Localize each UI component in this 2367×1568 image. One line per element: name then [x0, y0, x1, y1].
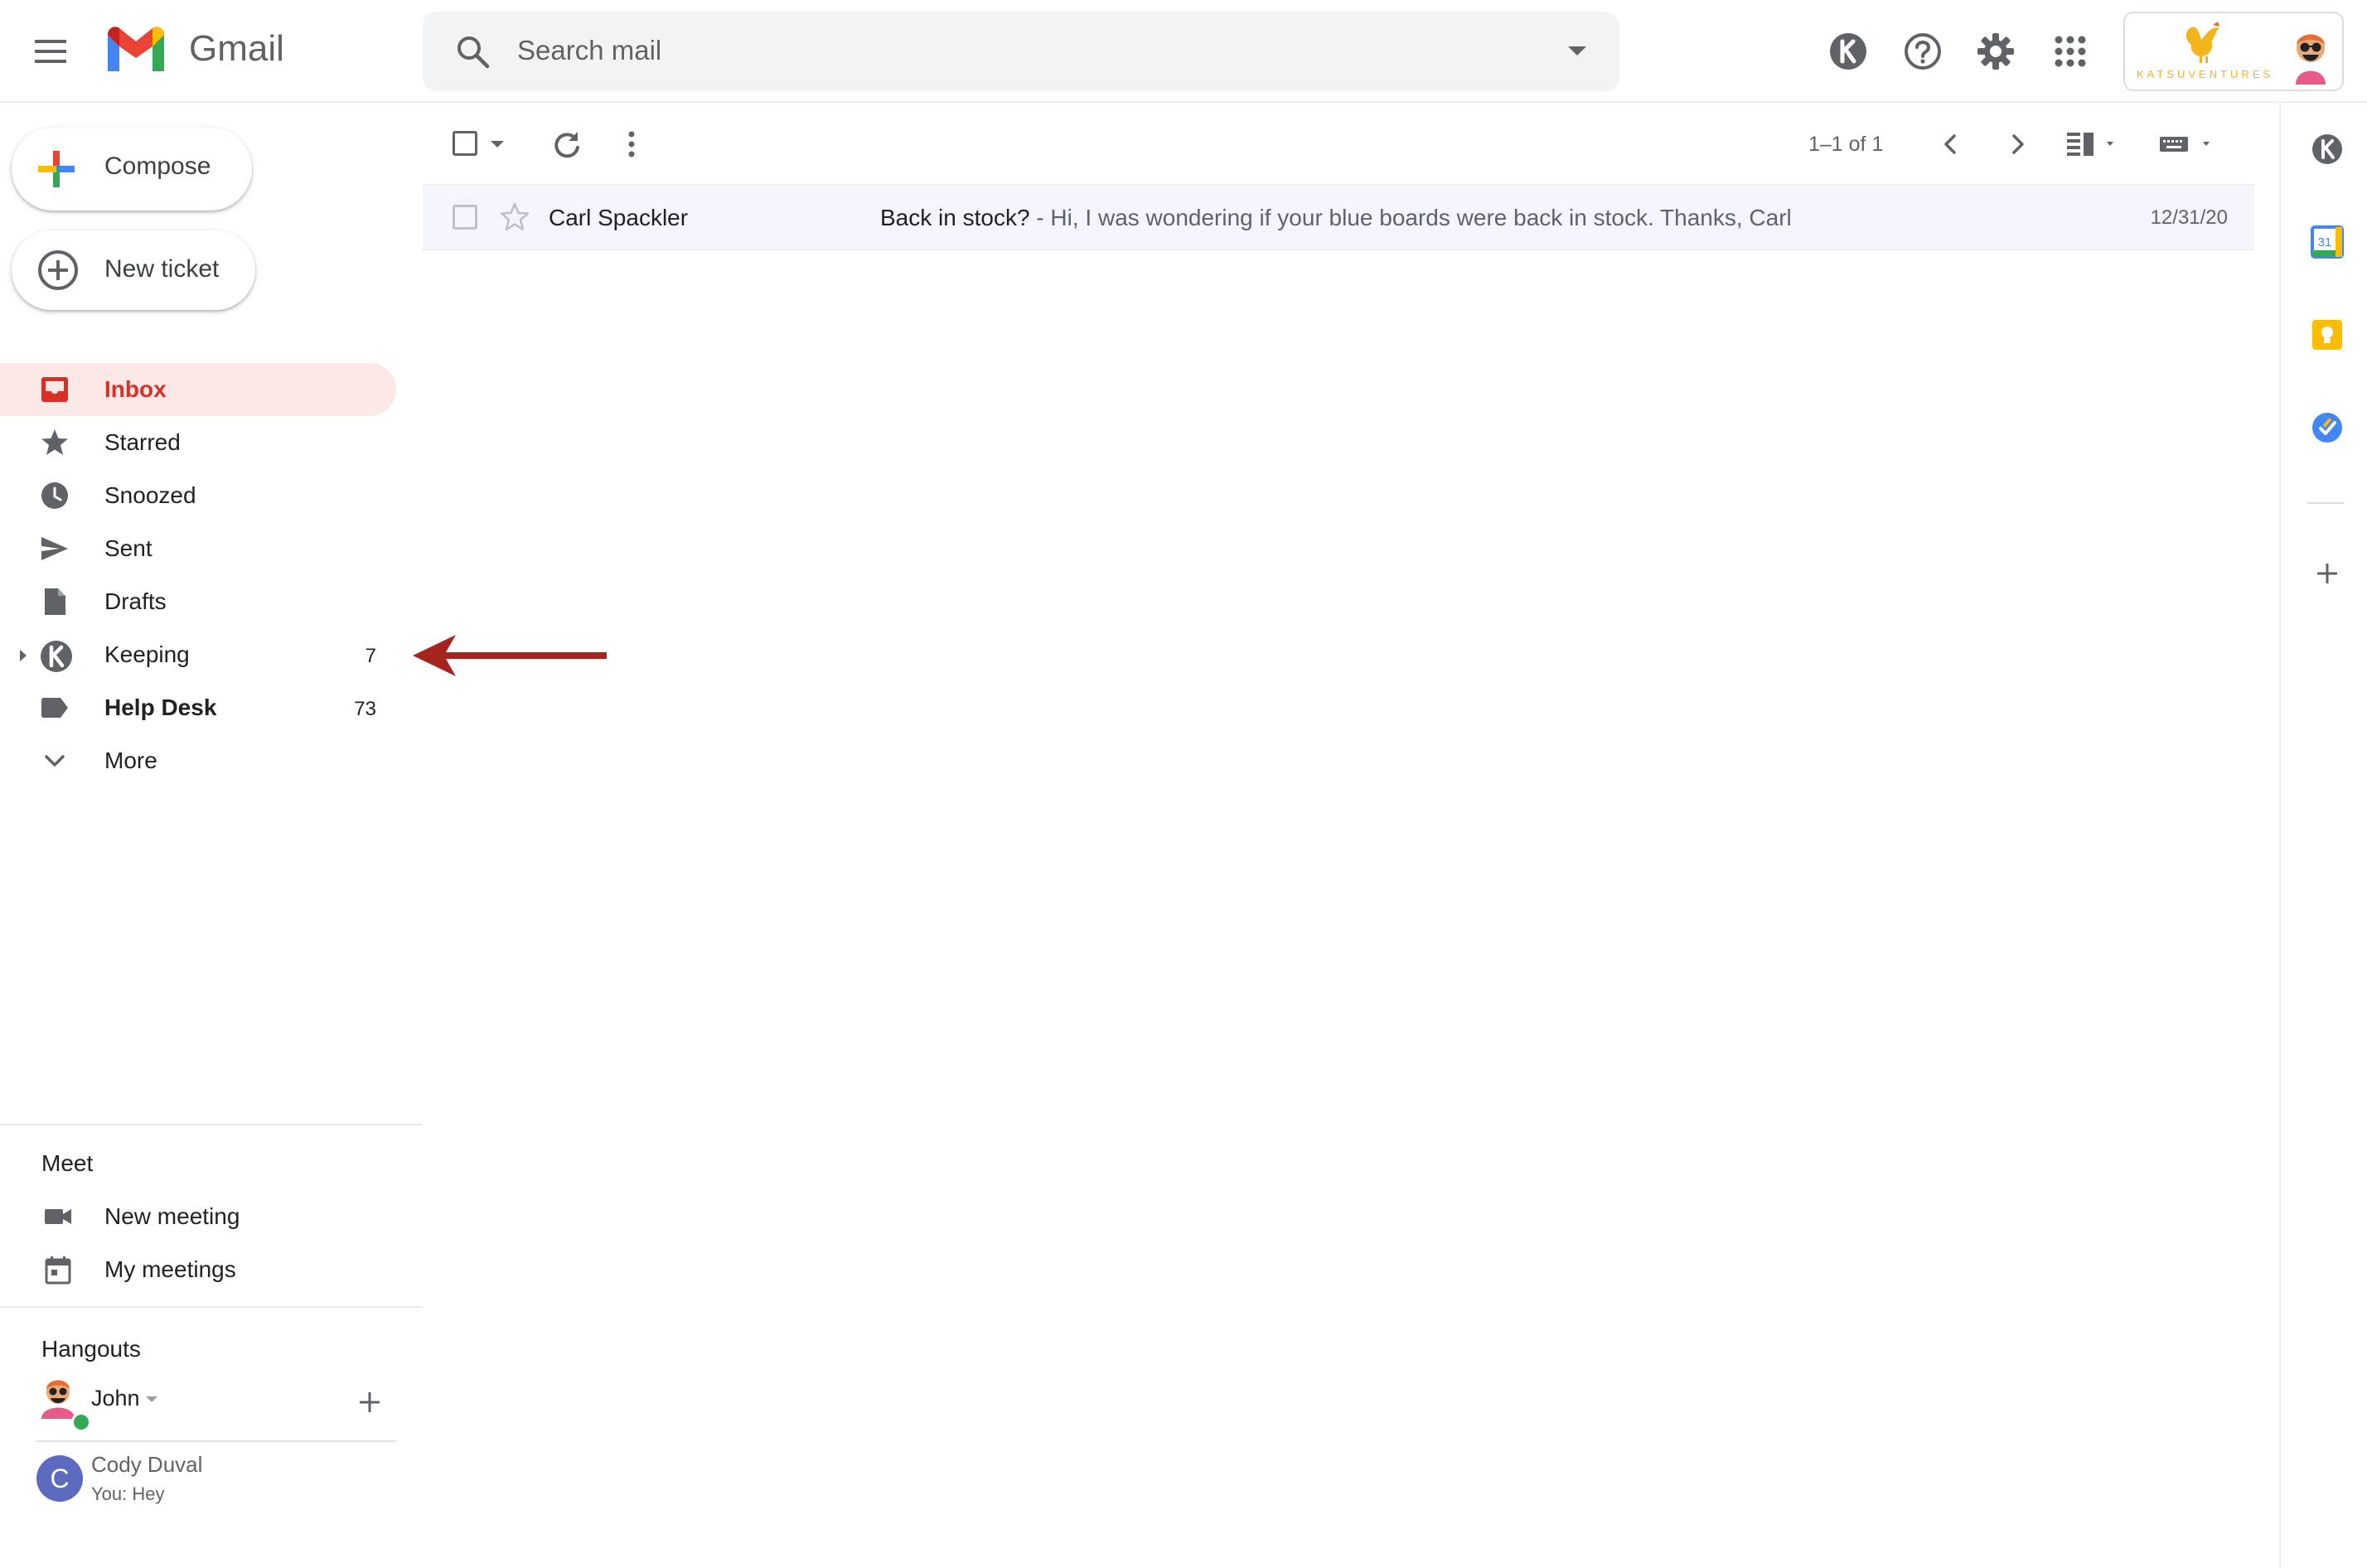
row-checkbox[interactable] [453, 205, 477, 230]
chevron-down-icon [40, 746, 70, 776]
meet-item-label: My meetings [104, 1256, 236, 1282]
hangouts-section-title: Hangouts [41, 1336, 141, 1362]
sidebar-item-inbox[interactable]: Inbox [0, 363, 396, 416]
select-all-checkbox[interactable] [453, 131, 477, 156]
more-vertical-icon[interactable] [620, 128, 643, 161]
side-panel: 31 [2279, 103, 2367, 1568]
sidebar-item-label: Sent [104, 535, 152, 561]
email-sender: Carl Spackler [549, 205, 689, 230]
new-ticket-label: New ticket [104, 255, 220, 283]
sidebar-item-label: Keeping [104, 641, 190, 667]
avatar[interactable] [36, 1372, 80, 1419]
account-switcher[interactable]: KATSUVENTURES [2123, 12, 2344, 91]
star-icon [40, 428, 70, 457]
email-snippet: - Hi, I was wondering if your blue board… [1029, 205, 1792, 230]
meet-item-label: New meeting [104, 1203, 240, 1229]
new-meeting-link[interactable]: New meeting [0, 1192, 414, 1241]
clock-icon [40, 481, 70, 511]
sidebar-item-label: Snoozed [104, 482, 196, 508]
search-bar[interactable]: Search mail [423, 12, 1619, 91]
input-tools-keyboard-icon[interactable] [2158, 129, 2219, 159]
search-input[interactable]: Search mail [517, 35, 661, 66]
account-logo-text: KATSUVENTURES [2137, 68, 2274, 80]
gmail-logo-icon[interactable] [104, 25, 167, 75]
sidebar-item-snoozed[interactable]: Snoozed [0, 469, 396, 522]
inbox-icon [40, 375, 70, 404]
contact-name[interactable]: Cody Duval [91, 1452, 202, 1478]
chevron-right-icon[interactable] [2004, 129, 2031, 159]
sidebar-item-help-desk[interactable]: Help Desk 73 [0, 681, 396, 734]
hangouts-user-name[interactable]: John [91, 1386, 140, 1411]
apps-grid-icon[interactable] [2049, 30, 2092, 73]
sidebar-item-keeping[interactable]: Keeping 7 [0, 628, 396, 681]
keep-notes-icon[interactable] [2311, 318, 2344, 351]
annotation-arrow-icon [413, 633, 607, 678]
sidebar-item-starred[interactable]: Starred [0, 416, 396, 469]
tasks-icon[interactable] [2311, 411, 2344, 444]
rooster-logo-icon [2181, 22, 2228, 65]
unread-count: 73 [354, 698, 376, 720]
add-icon[interactable] [2311, 557, 2344, 590]
video-camera-icon [43, 1202, 73, 1232]
contact-last-message: You: Hey [91, 1483, 165, 1504]
pagination-text: 1–1 of 1 [1808, 133, 1884, 156]
star-icon[interactable] [499, 201, 530, 233]
sidebar-item-more[interactable]: More [0, 734, 396, 787]
compose-plus-icon [36, 149, 76, 189]
compose-label: Compose [104, 152, 211, 180]
calendar-icon[interactable]: 31 [2311, 225, 2344, 259]
divider [36, 1440, 396, 1442]
meet-section-title: Meet [41, 1150, 94, 1176]
divider [0, 1306, 423, 1308]
select-options-caret-icon[interactable] [491, 141, 504, 148]
settings-gear-icon[interactable] [1974, 30, 2017, 73]
search-icon[interactable] [453, 31, 492, 71]
divider [0, 1124, 423, 1125]
new-ticket-button[interactable]: New ticket [12, 230, 255, 310]
contact-avatar[interactable]: C [36, 1455, 83, 1502]
refresh-icon[interactable] [550, 128, 583, 161]
sidebar-item-label: Drafts [104, 588, 167, 614]
search-options-caret-icon[interactable] [1568, 46, 1586, 56]
keeping-icon [40, 640, 72, 672]
expand-arrow-icon[interactable] [20, 650, 27, 661]
chevron-left-icon[interactable] [1938, 129, 1964, 159]
email-date: 12/31/20 [2150, 206, 2228, 229]
keeping-icon[interactable] [1827, 30, 1870, 73]
sidebar-item-sent[interactable]: Sent [0, 522, 396, 575]
help-icon[interactable] [1901, 30, 1944, 73]
send-icon [40, 534, 70, 564]
status-caret-icon[interactable] [146, 1396, 157, 1402]
sidebar-item-label: Starred [104, 429, 181, 455]
compose-button[interactable]: Compose [12, 128, 252, 211]
draft-icon [40, 587, 70, 617]
sidebar-item-label: Help Desk [104, 694, 217, 720]
app-title: Gmail [189, 28, 284, 69]
add-circle-icon [36, 249, 80, 292]
unread-count: 7 [365, 645, 376, 667]
email-subject-line: Back in stock? - Hi, I was wondering if … [880, 205, 1792, 231]
email-subject: Back in stock? [880, 205, 1030, 230]
my-meetings-link[interactable]: My meetings [0, 1245, 414, 1295]
sidebar-item-label: Inbox [104, 376, 167, 402]
table-row[interactable]: Carl Spackler Back in stock? - Hi, I was… [423, 184, 2254, 250]
calendar-day-number: 31 [2318, 235, 2332, 249]
main-menu-icon[interactable] [33, 33, 73, 70]
online-status-badge [71, 1412, 91, 1432]
add-contact-icon[interactable] [355, 1387, 385, 1417]
keeping-icon[interactable] [2311, 133, 2344, 166]
label-icon [40, 693, 70, 723]
split-pane-toggle-icon[interactable] [2065, 129, 2127, 159]
avatar[interactable] [2289, 18, 2332, 85]
divider [2307, 502, 2344, 504]
calendar-icon [43, 1255, 73, 1285]
sidebar-item-label: More [104, 748, 157, 773]
sidebar-item-drafts[interactable]: Drafts [0, 575, 396, 628]
top-bar: Gmail Search mail KATSUVENTURES [0, 0, 2367, 103]
